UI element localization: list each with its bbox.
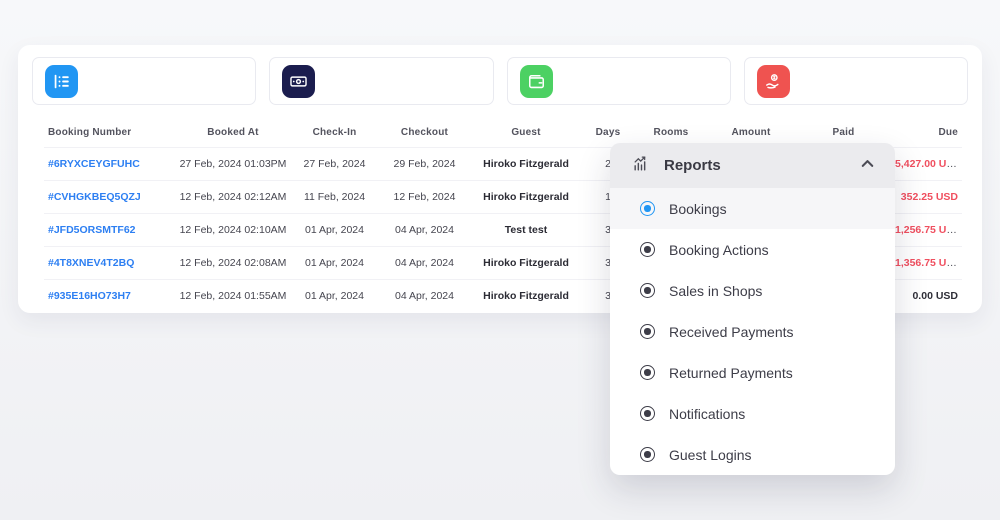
reports-menu-item-received-payments[interactable]: Received Payments: [610, 311, 895, 352]
hand-coin-icon: [757, 65, 790, 98]
booking-number-cell: #CVHGKBEQ5QZJ: [44, 181, 174, 214]
checkout-cell: 04 Apr, 2024: [377, 280, 472, 313]
booking-number-cell: #4T8XNEV4T2BQ: [44, 247, 174, 280]
checkout-cell: 04 Apr, 2024: [377, 214, 472, 247]
reports-menu-title: Reports: [664, 157, 858, 174]
column-header-due: Due: [891, 119, 962, 148]
reports-menu-items: Bookings Booking Actions Sales in Shops Rec…: [610, 188, 895, 475]
menu-item-label: Sales in Shops: [669, 283, 762, 299]
check-in-cell: 27 Feb, 2024: [292, 148, 377, 181]
check-in-cell: 01 Apr, 2024: [292, 280, 377, 313]
due-amount: 5,427.00 USD: [895, 158, 961, 170]
check-in-cell: 11 Feb, 2024: [292, 181, 377, 214]
column-header-guest: Guest: [472, 119, 580, 148]
guest-name: Hiroko Fitzgerald: [483, 158, 569, 170]
due-cell: 5,427.00 USD: [891, 148, 962, 181]
booked-at-cell: 27 Feb, 2024 01:03PM: [174, 148, 292, 181]
reports-menu-item-sales-in-shops[interactable]: Sales in Shops: [610, 270, 895, 311]
stat-tile-total-bookings: [32, 57, 256, 105]
reports-dropdown: Reports Bookings Booking Actions Sales in …: [610, 143, 895, 475]
chevron-up-icon: [858, 154, 877, 178]
booking-number-link[interactable]: #935E16HO73H7: [48, 290, 131, 302]
booking-number-link[interactable]: #4T8XNEV4T2BQ: [48, 257, 134, 269]
stats-row: [18, 45, 982, 111]
stat-tile-total-amount: [269, 57, 493, 105]
radio-target-icon: [640, 324, 655, 339]
menu-item-label: Guest Logins: [669, 447, 752, 463]
check-in-cell: 01 Apr, 2024: [292, 247, 377, 280]
stat-tile-total-paid-amount: [507, 57, 731, 105]
due-amount: 1,356.75 USD: [895, 257, 961, 269]
stat-tile-total-due-amount: [744, 57, 968, 105]
booking-number-cell: #6RYXCEYGFUHC: [44, 148, 174, 181]
guest-name: Test test: [505, 224, 547, 236]
guest-cell: Hiroko Fitzgerald: [472, 148, 580, 181]
radio-target-icon: [640, 283, 655, 298]
radio-target-icon: [640, 406, 655, 421]
radio-target-icon: [640, 365, 655, 380]
guest-name: Hiroko Fitzgerald: [483, 257, 569, 269]
chart-icon: [632, 154, 651, 178]
banknote-icon: [282, 65, 315, 98]
guest-cell: Hiroko Fitzgerald: [472, 181, 580, 214]
menu-item-label: Booking Actions: [669, 242, 769, 258]
reports-menu-item-notifications[interactable]: Notifications: [610, 393, 895, 434]
booked-at-cell: 12 Feb, 2024 02:08AM: [174, 247, 292, 280]
reports-menu-header[interactable]: Reports: [610, 143, 895, 188]
booked-at-cell: 12 Feb, 2024 01:55AM: [174, 280, 292, 313]
booked-at-cell: 12 Feb, 2024 02:12AM: [174, 181, 292, 214]
guest-name: Hiroko Fitzgerald: [483, 191, 569, 203]
booking-number-link[interactable]: #CVHGKBEQ5QZJ: [48, 191, 141, 203]
due-amount: 0.00 USD: [912, 290, 958, 302]
booked-at-cell: 12 Feb, 2024 02:10AM: [174, 214, 292, 247]
dashboard-page: Booking NumberBooked AtCheck-InCheckoutG…: [0, 0, 1000, 520]
menu-item-label: Returned Payments: [669, 365, 793, 381]
booking-number-cell: #JFD5ORSMTF62: [44, 214, 174, 247]
checkout-cell: 29 Feb, 2024: [377, 148, 472, 181]
radio-target-icon: [640, 201, 655, 216]
column-header-booking-number: Booking Number: [44, 119, 174, 148]
menu-item-label: Notifications: [669, 406, 745, 422]
radio-target-icon: [640, 242, 655, 257]
checkout-cell: 04 Apr, 2024: [377, 247, 472, 280]
wallet-icon: [520, 65, 553, 98]
list-icon: [45, 65, 78, 98]
radio-target-icon: [640, 447, 655, 462]
checkout-cell: 12 Feb, 2024: [377, 181, 472, 214]
due-cell: 1,256.75 USD: [891, 214, 962, 247]
reports-menu-item-booking-actions[interactable]: Booking Actions: [610, 229, 895, 270]
booking-number-link[interactable]: #6RYXCEYGFUHC: [48, 158, 140, 170]
due-cell: 352.25 USD: [891, 181, 962, 214]
column-header-checkout: Checkout: [377, 119, 472, 148]
guest-name: Hiroko Fitzgerald: [483, 290, 569, 302]
due-amount: 352.25 USD: [901, 191, 958, 203]
reports-menu-item-guest-logins[interactable]: Guest Logins: [610, 434, 895, 475]
guest-cell: Hiroko Fitzgerald: [472, 280, 580, 313]
column-header-booked-at: Booked At: [174, 119, 292, 148]
menu-item-label: Bookings: [669, 201, 727, 217]
guest-cell: Test test: [472, 214, 580, 247]
due-cell: 1,356.75 USD: [891, 247, 962, 280]
column-header-check-in: Check-In: [292, 119, 377, 148]
booking-number-link[interactable]: #JFD5ORSMTF62: [48, 224, 136, 236]
booking-number-cell: #935E16HO73H7: [44, 280, 174, 313]
due-cell: 0.00 USD: [891, 280, 962, 313]
check-in-cell: 01 Apr, 2024: [292, 214, 377, 247]
reports-menu-item-bookings[interactable]: Bookings: [610, 188, 895, 229]
due-amount: 1,256.75 USD: [895, 224, 961, 236]
reports-menu-item-returned-payments[interactable]: Returned Payments: [610, 352, 895, 393]
guest-cell: Hiroko Fitzgerald: [472, 247, 580, 280]
menu-item-label: Received Payments: [669, 324, 794, 340]
